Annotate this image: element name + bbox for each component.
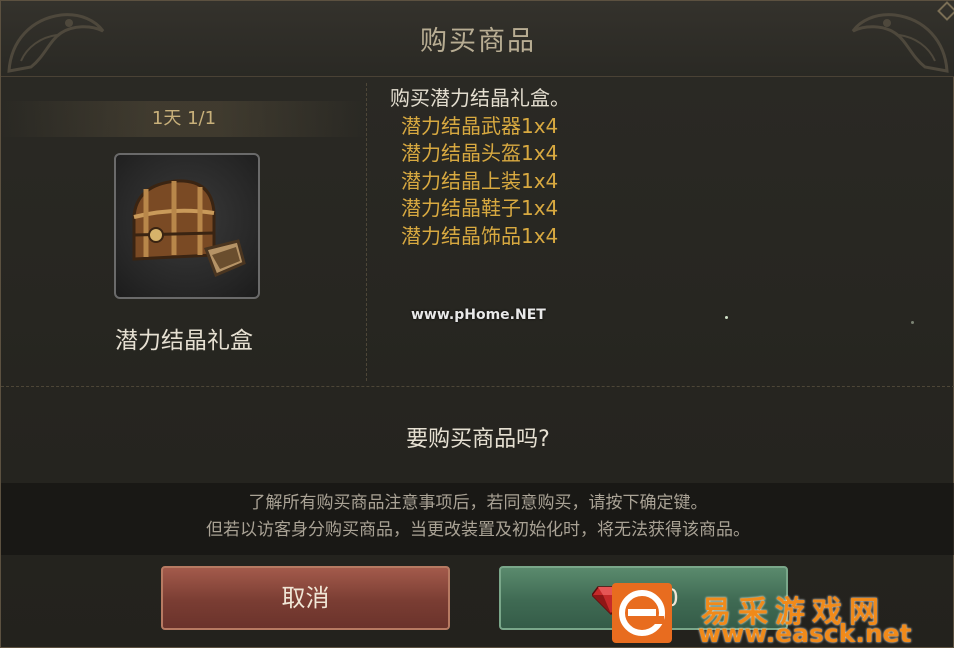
purchase-notice: 了解所有购买商品注意事项后，若同意购买，请按下确定键。 但若以访客身分购买商品，… <box>1 490 954 544</box>
dragon-ornament-icon <box>851 1 954 73</box>
sparkle-decoration <box>911 321 914 324</box>
dialog-title: 购买商品 <box>420 26 536 57</box>
item-preview-panel: 1天 1/1 潜力结晶礼盒 <box>1 77 367 382</box>
purchase-dialog: 购买商品 1天 1/1 潜力结晶礼盒 购买潜力结晶礼盒。 潜力结晶武器1x4 潜… <box>0 0 954 648</box>
treasure-chest-icon <box>132 179 246 277</box>
purchase-limit-text: 1天 1/1 <box>151 108 217 129</box>
dialog-titlebar: 购买商品 <box>1 1 954 77</box>
description-item: 潜力结晶头盔1x4 <box>401 141 559 165</box>
description-item: 潜力结晶鞋子1x4 <box>401 196 559 220</box>
vertical-divider <box>366 83 367 381</box>
description-item: 潜力结晶上装1x4 <box>401 168 559 193</box>
cancel-button[interactable]: 取消 <box>161 566 450 630</box>
purchase-question: 要购买商品吗? <box>406 427 550 452</box>
item-icon-slot <box>114 153 260 299</box>
watermark-text: www.pHome.NET <box>411 307 546 323</box>
e-logo-icon <box>612 583 672 643</box>
sparkle-decoration <box>725 316 728 319</box>
site-logo-url: www.easck.net <box>698 619 912 648</box>
item-description: 购买潜力结晶礼盒。 潜力结晶武器1x4 潜力结晶头盔1x4 潜力结晶上装1x4 … <box>390 85 930 250</box>
notice-line: 了解所有购买商品注意事项后，若同意购买，请按下确定键。 <box>248 493 708 513</box>
notice-line: 但若以访客身分购买商品，当更改装置及初始化时，将无法获得该商品。 <box>206 520 750 540</box>
cancel-button-label: 取消 <box>281 584 330 612</box>
description-item: 潜力结晶武器1x4 <box>401 113 559 138</box>
horizontal-divider <box>1 386 954 387</box>
description-title: 购买潜力结晶礼盒。 <box>390 86 570 110</box>
description-item: 潜力结晶饰品1x4 <box>401 223 559 248</box>
item-name: 潜力结晶礼盒 <box>115 328 253 354</box>
